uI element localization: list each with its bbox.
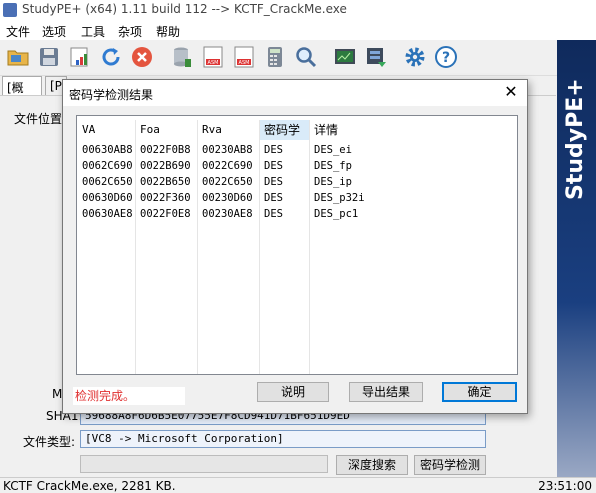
side-banner: StudyPE+ — [557, 40, 596, 477]
svg-text:ASM: ASM — [239, 60, 250, 66]
cell-detail: DES_pc1 — [314, 208, 359, 220]
cell-detail: DES_ip — [314, 176, 352, 188]
menu-bar: 文件 选项 工具 杂项 帮助 — [0, 20, 596, 40]
app-icon — [3, 3, 17, 17]
cell-rva: 00230D60 — [202, 192, 253, 204]
properties-icon[interactable] — [68, 45, 92, 69]
cell-detail: DES_p32i — [314, 192, 365, 204]
menu-options[interactable]: 选项 — [42, 23, 66, 40]
list-row[interactable]: 0062C690 0022B690 0022C690 DES DES_fp — [77, 158, 517, 174]
status-bar: KCTF CrackMe.exe, 2281 KB. 23:51:00 — [0, 477, 596, 493]
window-title: StudyPE+ (x64) 1.11 build 112 --> KCTF_C… — [22, 2, 347, 16]
cell-va: 0062C690 — [82, 160, 133, 172]
column-header-detail[interactable]: 详情 — [309, 120, 517, 140]
cell-foa: 0022F0E8 — [140, 208, 191, 220]
toolbar: ASM ASM ? — [0, 40, 596, 76]
detection-status: 检测完成。 — [73, 387, 185, 405]
settings-icon[interactable] — [403, 45, 427, 69]
menu-tools[interactable]: 工具 — [81, 23, 105, 40]
refresh-icon[interactable] — [99, 45, 123, 69]
cell-foa: 0022B690 — [140, 160, 191, 172]
cell-crypto: DES — [264, 208, 283, 220]
cell-va: 00630AB8 — [82, 144, 133, 156]
status-file-info: KCTF CrackMe.exe, 2281 KB. — [3, 479, 176, 493]
calculator-icon[interactable] — [263, 45, 287, 69]
tab-overview[interactable]: [概况] — [2, 76, 42, 112]
status-time: 23:51:00 — [538, 479, 592, 493]
crypto-detect-button[interactable]: 密码学检测 — [414, 455, 486, 475]
dialog-title-bar: 密码学检测结果 ✕ — [63, 80, 527, 106]
list-row[interactable]: 00630AB8 0022F0B8 00230AB8 DES DES_ei — [77, 142, 517, 158]
stop-icon[interactable] — [130, 45, 154, 69]
cell-detail: DES_fp — [314, 160, 352, 172]
cell-foa: 0022F0B8 — [140, 144, 191, 156]
deep-search-button[interactable]: 深度搜索 — [336, 455, 408, 475]
cell-foa: 0022F360 — [140, 192, 191, 204]
progress-field — [80, 455, 328, 473]
open-folder-icon[interactable] — [6, 45, 30, 69]
cell-detail: DES_ei — [314, 144, 352, 156]
title-bar: StudyPE+ (x64) 1.11 build 112 --> KCTF_C… — [0, 0, 596, 20]
cell-crypto: DES — [264, 160, 283, 172]
asm-alt-icon[interactable]: ASM — [232, 45, 256, 69]
list-row[interactable]: 00630AE8 0022F0E8 00230AE8 DES DES_pc1 — [77, 206, 517, 222]
cell-rva: 00230AB8 — [202, 144, 253, 156]
cell-rva: 0022C690 — [202, 160, 253, 172]
menu-misc[interactable]: 杂项 — [118, 23, 142, 40]
cell-crypto: DES — [264, 176, 283, 188]
cell-va: 00630AE8 — [82, 208, 133, 220]
file-location-label: 文件位置 — [14, 112, 63, 126]
file-type-label: 文件类型: — [23, 435, 76, 449]
column-header-rva[interactable]: Rva — [197, 120, 259, 140]
cell-va: 0062C650 — [82, 176, 133, 188]
menu-help[interactable]: 帮助 — [156, 23, 180, 40]
asm-icon[interactable]: ASM — [201, 45, 225, 69]
banner-text: StudyPE+ — [563, 78, 588, 200]
cell-crypto: DES — [264, 192, 283, 204]
list-row[interactable]: 00630D60 0022F360 00230D60 DES DES_p32i — [77, 190, 517, 206]
svg-text:?: ? — [442, 50, 450, 66]
cell-crypto: DES — [264, 144, 283, 156]
cell-va: 00630D60 — [82, 192, 133, 204]
cell-rva: 00230AE8 — [202, 208, 253, 220]
export-results-button[interactable]: 导出结果 — [349, 382, 423, 402]
list-row[interactable]: 0062C650 0022B650 0022C650 DES DES_ip — [77, 174, 517, 190]
menu-file[interactable]: 文件 — [6, 23, 30, 40]
svg-text:ASM: ASM — [208, 60, 219, 66]
monitor-icon[interactable] — [333, 45, 357, 69]
close-icon[interactable]: ✕ — [503, 84, 519, 100]
cell-rva: 0022C650 — [202, 176, 253, 188]
database-icon[interactable] — [170, 45, 194, 69]
column-header-crypto[interactable]: 密码学 — [259, 120, 309, 140]
search-icon[interactable] — [294, 45, 318, 69]
result-list[interactable]: VA Foa Rva 密码学 详情 00630AB8 0022F0B8 0023… — [76, 115, 518, 375]
column-header-foa[interactable]: Foa — [135, 120, 197, 140]
cell-foa: 0022B650 — [140, 176, 191, 188]
column-header-va[interactable]: VA — [77, 120, 135, 140]
explain-button[interactable]: 说明 — [257, 382, 329, 402]
help-icon[interactable]: ? — [434, 45, 458, 69]
file-type-field[interactable]: [VC8 -> Microsoft Corporation] — [80, 430, 486, 448]
ok-button[interactable]: 确定 — [442, 382, 517, 402]
export-icon[interactable] — [364, 45, 388, 69]
save-icon[interactable] — [37, 45, 61, 69]
dialog-title: 密码学检测结果 — [69, 88, 154, 102]
crypto-result-dialog: 密码学检测结果 ✕ VA Foa Rva 密码学 详情 00630AB8 002… — [62, 79, 528, 414]
